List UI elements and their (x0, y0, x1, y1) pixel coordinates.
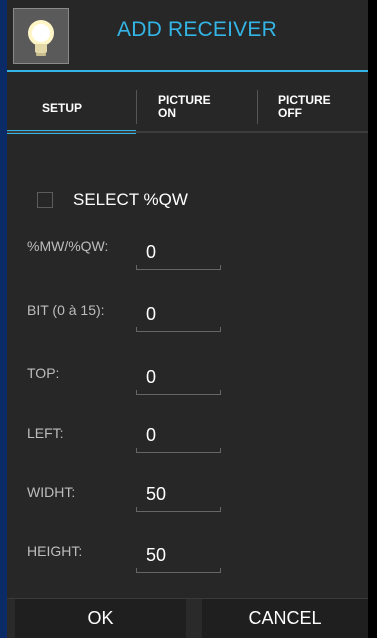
tab-bar: SETUP PICTURE ON PICTURE OFF (7, 84, 368, 134)
mw-qw-input[interactable]: 0 (136, 240, 221, 270)
tab-bar-divider (7, 131, 368, 133)
left-input[interactable]: 0 (136, 423, 221, 453)
width-input[interactable]: 50 (136, 482, 221, 512)
tab-setup[interactable]: SETUP (7, 84, 136, 134)
mw-qw-value: 0 (146, 242, 157, 262)
tab-setup-label: SETUP (42, 101, 83, 115)
button-separator (186, 598, 190, 638)
left-edge-stripe (0, 0, 7, 638)
height-input[interactable]: 50 (136, 543, 221, 573)
cancel-button[interactable]: CANCEL (202, 598, 368, 638)
top-label: TOP: (27, 365, 60, 381)
top-value: 0 (146, 367, 157, 387)
add-receiver-dialog: ADD RECEIVER SETUP PICTURE ON PICTURE OFF … (7, 0, 368, 638)
bit-label: BIT (0 à 15): (27, 302, 105, 318)
left-label: LEFT: (27, 425, 64, 441)
dialog-titlebar: ADD RECEIVER (7, 0, 368, 70)
bit-input[interactable]: 0 (136, 302, 221, 332)
tab-picture-off-label: PICTURE OFF (278, 93, 331, 120)
height-label: HEIGHT: (27, 543, 83, 559)
dialog-title: ADD RECEIVER (117, 18, 277, 41)
width-value: 50 (146, 484, 167, 504)
top-input[interactable]: 0 (136, 365, 221, 395)
input-underline (136, 327, 221, 332)
input-underline (136, 568, 221, 573)
bit-value: 0 (146, 304, 157, 324)
tab-picture-off[interactable]: PICTURE OFF (258, 84, 368, 134)
input-underline (136, 507, 221, 512)
title-divider (7, 70, 368, 72)
height-value: 50 (146, 545, 167, 565)
mw-qw-label: %MW/%QW: (27, 238, 109, 254)
button-bar-divider (7, 598, 368, 599)
button-bar: OK CANCEL (7, 598, 368, 638)
select-qw-label: SELECT %QW (73, 190, 188, 209)
tab-picture-on[interactable]: PICTURE ON (137, 84, 257, 134)
input-underline (136, 448, 221, 453)
input-underline (136, 265, 221, 270)
width-label: WIDHT: (27, 484, 76, 500)
left-value: 0 (146, 425, 157, 445)
select-qw-checkbox[interactable] (37, 192, 53, 208)
input-underline (136, 390, 221, 395)
tab-picture-on-label: PICTURE ON (158, 93, 211, 120)
lightbulb-icon (13, 8, 69, 64)
ok-button[interactable]: OK (15, 598, 186, 638)
